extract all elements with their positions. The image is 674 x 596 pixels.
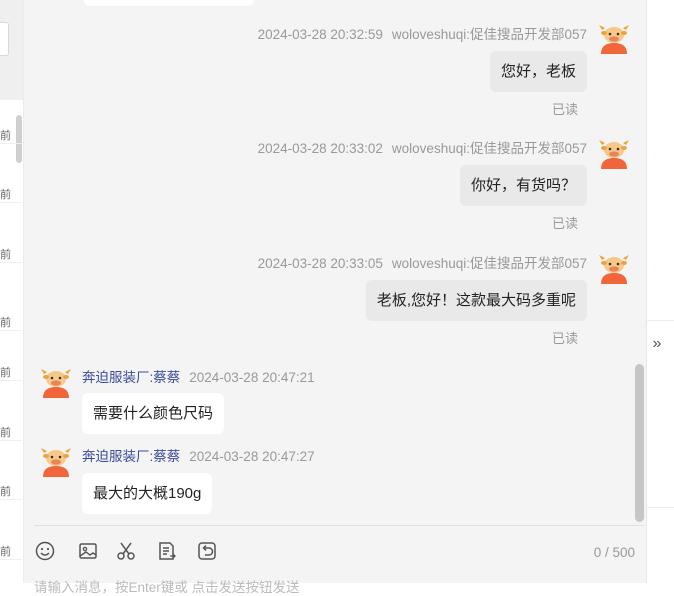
read-status: 已读: [551, 331, 578, 346]
image-icon[interactable]: [77, 540, 99, 562]
char-counter: 0 / 500: [593, 545, 635, 560]
cow-avatar-icon[interactable]: [598, 22, 630, 54]
previous-message-bubble: [84, 0, 254, 6]
conversation-list: 前 前 前 前 前 前 前 前: [0, 0, 24, 583]
message-time: 2024-03-28 20:32:59: [257, 27, 383, 42]
recall-icon[interactable]: [196, 540, 218, 562]
message-time: 2024-03-28 20:33:02: [257, 141, 383, 156]
message-bubble[interactable]: 需要什么颜色尺码: [82, 393, 225, 434]
read-status: 已读: [551, 216, 578, 231]
cow-avatar-icon[interactable]: [598, 252, 630, 284]
conversation-item-time[interactable]: 前: [0, 186, 22, 203]
message-bubble[interactable]: 老板,您好！这款最大码多重呢: [365, 280, 587, 321]
message-time: 2024-03-28 20:47:21: [189, 370, 315, 385]
input-divider: [34, 525, 644, 526]
conversation-item-time[interactable]: 前: [0, 127, 22, 144]
cow-avatar-icon[interactable]: [40, 445, 72, 477]
conversation-item-time[interactable]: 前: [0, 483, 22, 500]
right-panel-divider: [646, 507, 674, 508]
emoji-icon[interactable]: [34, 540, 56, 562]
message-meta: 2024-03-28 20:33:02 woloveshuqi:促佳搜品开发部05…: [258, 137, 587, 157]
conversation-item-time[interactable]: 前: [0, 424, 22, 441]
right-panel: [646, 0, 674, 583]
message-sender[interactable]: 奔迫服装厂:蔡蔡: [82, 449, 180, 464]
message-meta: 奔迫服装厂:蔡蔡 2024-03-28 20:47:21: [82, 366, 315, 386]
message-sender: woloveshuqi:促佳搜品开发部057: [391, 141, 587, 156]
message-sender[interactable]: 奔迫服装厂:蔡蔡: [82, 370, 180, 385]
order-icon[interactable]: [156, 540, 178, 562]
message-bubble[interactable]: 最大的大概190g: [82, 473, 213, 514]
message-input[interactable]: 请输入消息，按Enter键或 点击发送按钮发送: [34, 576, 300, 596]
message-sender: woloveshuqi:促佳搜品开发部057: [391, 256, 587, 271]
conversation-item-time[interactable]: 前: [0, 246, 22, 263]
message-meta: 2024-03-28 20:33:05 woloveshuqi:促佳搜品开发部05…: [258, 252, 587, 272]
conversation-item-time[interactable]: 前: [0, 314, 22, 331]
message-time: 2024-03-28 20:33:05: [257, 256, 383, 271]
message-bubble[interactable]: 您好，老板: [489, 51, 587, 92]
message-sender: woloveshuqi:促佳搜品开发部057: [391, 27, 587, 42]
right-panel-border: [646, 0, 647, 583]
cow-avatar-icon[interactable]: [598, 137, 630, 169]
scissors-icon[interactable]: [115, 540, 137, 562]
expand-chevron-icon[interactable]: »: [648, 332, 666, 356]
message-time: 2024-03-28 20:47:27: [189, 449, 315, 464]
read-status: 已读: [551, 102, 578, 117]
cow-avatar-icon[interactable]: [40, 366, 72, 398]
message-meta: 奔迫服装厂:蔡蔡 2024-03-28 20:47:27: [82, 445, 315, 465]
conversation-item-time[interactable]: 前: [0, 543, 22, 560]
chat-panel: 2024-03-28 20:32:59 woloveshuqi:促佳搜品开发部05…: [24, 0, 646, 595]
message-bubble[interactable]: 你好，有货吗？: [459, 165, 587, 206]
conversation-item-time[interactable]: 前: [0, 364, 22, 381]
right-panel-divider: [646, 320, 674, 321]
message-meta: 2024-03-28 20:32:59 woloveshuqi:促佳搜品开发部05…: [258, 23, 587, 43]
conversation-search-input[interactable]: [0, 22, 9, 56]
chat-scrollbar[interactable]: [635, 364, 644, 522]
